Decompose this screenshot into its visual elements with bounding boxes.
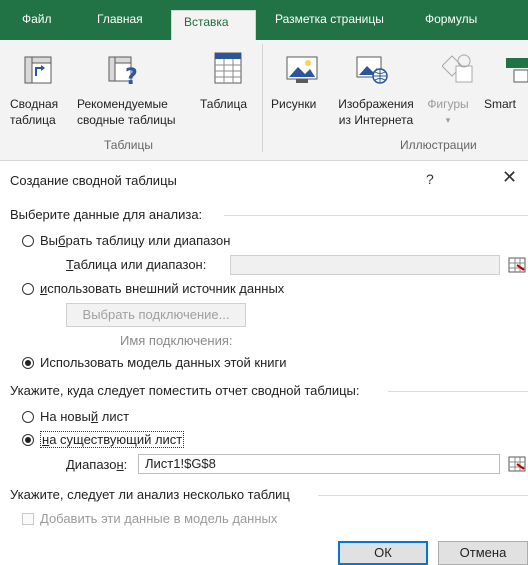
group-separator (262, 44, 263, 152)
section-divider (224, 215, 528, 216)
tab-home[interactable]: Главная (97, 12, 143, 26)
tab-page-layout[interactable]: Разметка страницы (275, 12, 384, 26)
radio-select-range[interactable]: Выбрать таблицу или диапазон (22, 233, 230, 248)
range-picker-icon[interactable] (508, 256, 526, 274)
table-label: Таблица (200, 97, 248, 111)
location-picker-icon[interactable] (508, 455, 526, 473)
radio-external-source-label: использовать внешний источник данных (40, 281, 285, 296)
ribbon: Файл Главная Вставка Разметка страницы Ф… (0, 0, 528, 161)
radio-select-range-label: Выбрать таблицу или диапазон (40, 233, 231, 248)
dialog-title: Создание сводной таблицы (10, 173, 177, 188)
add-to-data-model-checkbox[interactable]: Добавить эти данные в модель данных (22, 511, 277, 526)
range-input[interactable] (230, 255, 500, 275)
location-input[interactable]: Лист1!$G$8 (138, 454, 500, 474)
smartart-icon (506, 58, 528, 83)
ribbon-tab-bar: Файл Главная Вставка Разметка страницы Ф… (0, 0, 528, 40)
radio-button[interactable] (22, 282, 34, 295)
pivot-table-icon (24, 56, 52, 84)
pivot-table-label-1: Сводная (10, 97, 59, 111)
recommended-pivot-icon: ? (108, 56, 138, 86)
location-label: Диапазон: (66, 457, 128, 472)
radio-new-sheet-label: На новый лист (40, 409, 130, 424)
radio-external-source[interactable]: использовать внешний источник данных (22, 281, 284, 296)
shapes-icon (442, 54, 473, 83)
tab-file[interactable]: Файл (22, 12, 52, 26)
radio-button[interactable] (22, 234, 34, 247)
radio-use-data-model-label: Использовать модель данных этой книги (40, 355, 287, 370)
section-divider (388, 391, 528, 392)
tab-formulas[interactable]: Формулы (425, 12, 477, 26)
radio-button[interactable] (22, 356, 34, 369)
radio-existing-sheet[interactable]: на существующий лист (22, 431, 185, 448)
tab-insert[interactable]: Вставка (171, 10, 256, 40)
smartart-label: Smart (484, 97, 517, 111)
online-pictures-label-1: Изображения (338, 97, 414, 111)
svg-text:?: ? (125, 65, 138, 86)
online-pictures-label-2: из Интернета (338, 113, 414, 127)
table-icon (214, 52, 242, 84)
shapes-label: Фигуры (427, 97, 469, 111)
radio-new-sheet[interactable]: На новый лист (22, 409, 129, 424)
section-divider (318, 495, 528, 496)
recommended-pivot-label-2: сводные таблицы (77, 113, 176, 127)
checkbox[interactable] (22, 512, 34, 525)
close-icon[interactable]: ✕ (502, 167, 517, 188)
pictures-label: Рисунки (271, 97, 317, 111)
online-pictures-icon (356, 56, 388, 84)
chevron-down-icon: ▾ (445, 115, 451, 125)
cancel-button[interactable]: Отмена (438, 541, 528, 565)
range-label: Таблица или диапазон: (66, 257, 207, 272)
recommended-pivot-label-1: Рекомендуемые (77, 97, 168, 111)
add-to-data-model-label: Добавить эти данные в модель данных (40, 511, 278, 526)
pictures-icon (286, 56, 318, 83)
group-label-tables: Таблицы (104, 138, 154, 152)
section-choose-data: Выберите данные для анализа: (10, 207, 203, 222)
radio-button[interactable] (22, 410, 34, 423)
help-icon[interactable]: ? (426, 171, 434, 187)
ok-button[interactable]: ОК (338, 541, 428, 565)
radio-button[interactable] (22, 433, 34, 446)
section-placement: Укажите, куда следует поместить отчет св… (10, 383, 360, 398)
section-multiple-tables: Укажите, следует ли анализ несколько таб… (10, 487, 290, 502)
choose-connection-button[interactable]: Выбрать подключение... (66, 303, 246, 327)
group-label-illustrations: Иллюстрации (400, 138, 477, 152)
create-pivot-dialog: Создание сводной таблицы ? ✕ Выберите да… (0, 161, 528, 565)
pivot-table-label-2: таблица (10, 113, 56, 127)
connection-name-label: Имя подключения: (120, 333, 233, 348)
radio-use-data-model[interactable]: Использовать модель данных этой книги (22, 355, 287, 370)
radio-existing-sheet-label: на существующий лист (40, 431, 185, 448)
